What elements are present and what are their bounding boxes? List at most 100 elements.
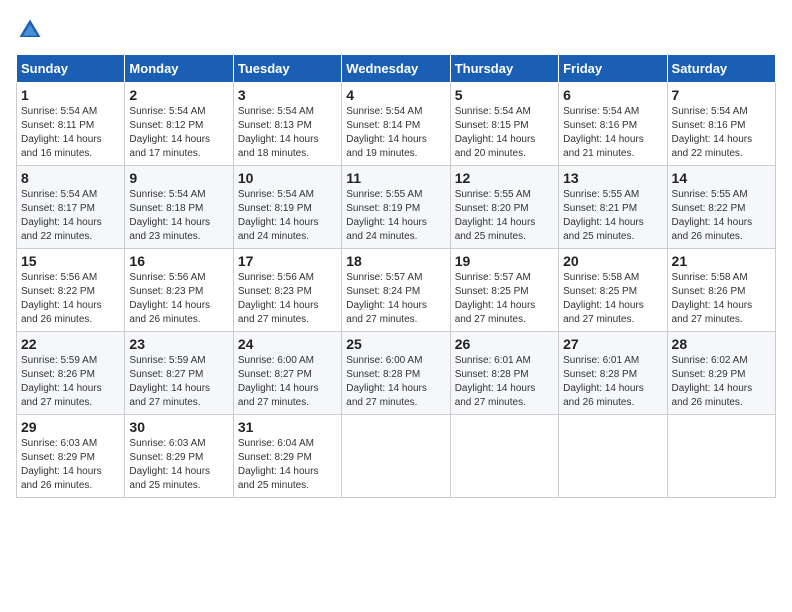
day-number: 24 [238, 336, 337, 352]
day-number: 13 [563, 170, 662, 186]
day-info: Sunrise: 6:02 AMSunset: 8:29 PMDaylight:… [672, 354, 771, 410]
day-cell [559, 415, 667, 498]
logo [16, 16, 48, 44]
day-cell: 3Sunrise: 5:54 AMSunset: 8:13 PMDaylight… [233, 83, 341, 166]
day-info: Sunrise: 5:54 AMSunset: 8:14 PMDaylight:… [346, 105, 445, 161]
day-number: 12 [455, 170, 554, 186]
day-number: 27 [563, 336, 662, 352]
day-number: 23 [129, 336, 228, 352]
header-thursday: Thursday [450, 55, 558, 83]
week-row-1: 1 Sunrise: 5:54 AMSunset: 8:11 PMDaylight… [17, 83, 776, 166]
day-cell: 9 Sunrise: 5:54 AMSunset: 8:18 PMDaylight… [125, 166, 233, 249]
day-number: 29 [21, 419, 120, 435]
day-number: 18 [346, 253, 445, 269]
day-cell: 20 Sunrise: 5:58 AMSunset: 8:25 PMDayligh… [559, 249, 667, 332]
day-cell: 7 Sunrise: 5:54 AMSunset: 8:16 PMDaylight… [667, 83, 775, 166]
day-info: Sunrise: 5:55 AMSunset: 8:22 PMDaylight:… [672, 188, 771, 244]
day-number: 25 [346, 336, 445, 352]
day-cell [342, 415, 450, 498]
day-cell [667, 415, 775, 498]
day-number: 15 [21, 253, 120, 269]
day-info: Sunrise: 5:56 AMSunset: 8:22 PMDaylight:… [21, 271, 120, 327]
logo-icon [16, 16, 44, 44]
day-number: 11 [346, 170, 445, 186]
day-cell: 25 Sunrise: 6:00 AMSunset: 8:28 PMDayligh… [342, 332, 450, 415]
day-number: 4 [346, 87, 445, 103]
day-cell [450, 415, 558, 498]
day-cell: 21Sunrise: 5:58 AMSunset: 8:26 PMDayligh… [667, 249, 775, 332]
day-number: 26 [455, 336, 554, 352]
day-number: 16 [129, 253, 228, 269]
page-header [16, 16, 776, 44]
day-number: 1 [21, 87, 120, 103]
day-cell: 4 Sunrise: 5:54 AMSunset: 8:14 PMDaylight… [342, 83, 450, 166]
day-info: Sunrise: 5:54 AMSunset: 8:16 PMDaylight:… [563, 105, 662, 161]
day-number: 6 [563, 87, 662, 103]
header-saturday: Saturday [667, 55, 775, 83]
day-info: Sunrise: 6:01 AMSunset: 8:28 PMDaylight:… [455, 354, 554, 410]
day-number: 28 [672, 336, 771, 352]
week-row-3: 15 Sunrise: 5:56 AMSunset: 8:22 PMDayligh… [17, 249, 776, 332]
day-info: Sunrise: 5:58 AMSunset: 8:25 PMDaylight:… [563, 271, 662, 327]
day-info: Sunrise: 5:56 AMSunset: 8:23 PMDaylight:… [238, 271, 337, 327]
day-number: 30 [129, 419, 228, 435]
day-cell: 1 Sunrise: 5:54 AMSunset: 8:11 PMDaylight… [17, 83, 125, 166]
day-info: Sunrise: 6:03 AMSunset: 8:29 PMDaylight:… [129, 437, 228, 493]
day-cell: 31 Sunrise: 6:04 AMSunset: 8:29 PMDayligh… [233, 415, 341, 498]
day-info: Sunrise: 6:00 AMSunset: 8:27 PMDaylight:… [238, 354, 337, 410]
day-info: Sunrise: 5:57 AMSunset: 8:24 PMDaylight:… [346, 271, 445, 327]
day-info: Sunrise: 5:56 AMSunset: 8:23 PMDaylight:… [129, 271, 228, 327]
day-info: Sunrise: 5:59 AMSunset: 8:27 PMDaylight:… [129, 354, 228, 410]
day-cell: 19 Sunrise: 5:57 AMSunset: 8:25 PMDayligh… [450, 249, 558, 332]
header-wednesday: Wednesday [342, 55, 450, 83]
day-cell: 24 Sunrise: 6:00 AMSunset: 8:27 PMDayligh… [233, 332, 341, 415]
day-number: 5 [455, 87, 554, 103]
day-info: Sunrise: 5:57 AMSunset: 8:25 PMDaylight:… [455, 271, 554, 327]
day-info: Sunrise: 5:54 AMSunset: 8:19 PMDaylight:… [238, 188, 337, 244]
header-tuesday: Tuesday [233, 55, 341, 83]
header-friday: Friday [559, 55, 667, 83]
day-cell: 8Sunrise: 5:54 AMSunset: 8:17 PMDaylight… [17, 166, 125, 249]
day-number: 8 [21, 170, 120, 186]
day-cell: 6 Sunrise: 5:54 AMSunset: 8:16 PMDaylight… [559, 83, 667, 166]
day-info: Sunrise: 6:04 AMSunset: 8:29 PMDaylight:… [238, 437, 337, 493]
day-info: Sunrise: 5:54 AMSunset: 8:15 PMDaylight:… [455, 105, 554, 161]
day-number: 2 [129, 87, 228, 103]
day-cell: 27 Sunrise: 6:01 AMSunset: 8:28 PMDayligh… [559, 332, 667, 415]
day-info: Sunrise: 5:54 AMSunset: 8:16 PMDaylight:… [672, 105, 771, 161]
day-info: Sunrise: 5:54 AMSunset: 8:11 PMDaylight:… [21, 105, 120, 161]
day-cell: 13Sunrise: 5:55 AMSunset: 8:21 PMDayligh… [559, 166, 667, 249]
day-cell: 10 Sunrise: 5:54 AMSunset: 8:19 PMDayligh… [233, 166, 341, 249]
day-cell: 18 Sunrise: 5:57 AMSunset: 8:24 PMDayligh… [342, 249, 450, 332]
day-cell: 5 Sunrise: 5:54 AMSunset: 8:15 PMDaylight… [450, 83, 558, 166]
day-info: Sunrise: 5:54 AMSunset: 8:18 PMDaylight:… [129, 188, 228, 244]
day-cell: 14Sunrise: 5:55 AMSunset: 8:22 PMDayligh… [667, 166, 775, 249]
week-row-5: 29 Sunrise: 6:03 AMSunset: 8:29 PMDayligh… [17, 415, 776, 498]
day-info: Sunrise: 5:55 AMSunset: 8:19 PMDaylight:… [346, 188, 445, 244]
day-cell: 30 Sunrise: 6:03 AMSunset: 8:29 PMDayligh… [125, 415, 233, 498]
day-info: Sunrise: 6:01 AMSunset: 8:28 PMDaylight:… [563, 354, 662, 410]
day-cell: 15 Sunrise: 5:56 AMSunset: 8:22 PMDayligh… [17, 249, 125, 332]
day-cell: 29Sunrise: 6:03 AMSunset: 8:29 PMDayligh… [17, 415, 125, 498]
day-info: Sunrise: 5:55 AMSunset: 8:20 PMDaylight:… [455, 188, 554, 244]
day-info: Sunrise: 6:00 AMSunset: 8:28 PMDaylight:… [346, 354, 445, 410]
day-number: 17 [238, 253, 337, 269]
day-cell: 12 Sunrise: 5:55 AMSunset: 8:20 PMDayligh… [450, 166, 558, 249]
day-info: Sunrise: 5:54 AMSunset: 8:12 PMDaylight:… [129, 105, 228, 161]
day-number: 22 [21, 336, 120, 352]
week-row-2: 8Sunrise: 5:54 AMSunset: 8:17 PMDaylight… [17, 166, 776, 249]
calendar-table: SundayMondayTuesdayWednesdayThursdayFrid… [16, 54, 776, 498]
day-number: 9 [129, 170, 228, 186]
day-number: 3 [238, 87, 337, 103]
day-number: 7 [672, 87, 771, 103]
day-number: 10 [238, 170, 337, 186]
day-number: 19 [455, 253, 554, 269]
calendar-header-row: SundayMondayTuesdayWednesdayThursdayFrid… [17, 55, 776, 83]
day-cell: 11 Sunrise: 5:55 AMSunset: 8:19 PMDayligh… [342, 166, 450, 249]
day-cell: 28 Sunrise: 6:02 AMSunset: 8:29 PMDayligh… [667, 332, 775, 415]
day-number: 31 [238, 419, 337, 435]
header-sunday: Sunday [17, 55, 125, 83]
day-number: 20 [563, 253, 662, 269]
day-cell: 2 Sunrise: 5:54 AMSunset: 8:12 PMDaylight… [125, 83, 233, 166]
day-cell: 22Sunrise: 5:59 AMSunset: 8:26 PMDayligh… [17, 332, 125, 415]
